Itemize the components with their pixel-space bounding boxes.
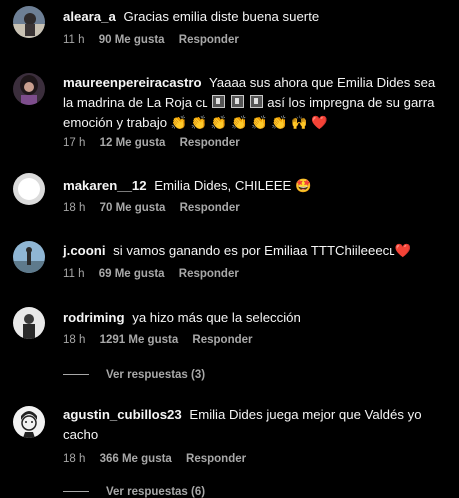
profile-photo-icon xyxy=(13,307,45,339)
comment-text: agustin_cubillos23 Emilia Dides juega me… xyxy=(63,405,445,445)
comment-time: 11 h xyxy=(63,34,85,46)
comment-meta: 11 h 90 Me gusta Responder xyxy=(63,34,250,46)
profile-photo-icon xyxy=(13,73,45,105)
comment-meta: 18 h 1291 Me gusta Responder xyxy=(63,334,264,346)
comment-meta: 18 h 366 Me gusta Responder xyxy=(63,453,257,465)
square-emoji-icon xyxy=(230,95,244,108)
comment-time: 11 h xyxy=(63,268,85,280)
avatar[interactable] xyxy=(13,406,45,438)
square-emoji-icon xyxy=(249,95,263,108)
comment-text: aleara_a Gracias emilia diste buena suer… xyxy=(63,7,445,27)
replies-divider xyxy=(63,491,89,493)
comment-username[interactable]: rodriming xyxy=(63,310,125,325)
replies-divider xyxy=(63,374,89,376)
default-profile-icon xyxy=(13,173,45,205)
reply-button[interactable]: Responder xyxy=(186,453,246,465)
avatar[interactable] xyxy=(13,307,45,339)
avatar[interactable] xyxy=(13,241,45,273)
comment-text: j.cooni si vamos ganando es por Emiliaa … xyxy=(63,241,445,261)
profile-photo-icon xyxy=(13,6,45,38)
comment-likes[interactable]: 1291 Me gusta xyxy=(100,334,179,346)
comment-likes[interactable]: 69 Me gusta xyxy=(99,268,165,280)
comment-username[interactable]: j.cooni xyxy=(63,243,106,258)
comment-likes[interactable]: 12 Me gusta xyxy=(100,137,166,149)
profile-photo-icon xyxy=(13,241,45,273)
avatar[interactable] xyxy=(13,6,45,38)
comment-meta: 18 h 70 Me gusta Responder xyxy=(63,202,251,214)
comment-username[interactable]: aleara_a xyxy=(63,9,116,24)
reply-button[interactable]: Responder xyxy=(180,202,240,214)
comment-username[interactable]: makaren__12 xyxy=(63,178,147,193)
comment-text: makaren__12 Emilia Dides, CHILEEE 🤩 xyxy=(63,176,445,196)
comment-username[interactable]: agustin_cubillos23 xyxy=(63,407,182,422)
profile-photo-icon xyxy=(13,406,45,438)
comment-meta: 11 h 69 Me gusta Responder xyxy=(63,268,250,280)
comment-meta: 17 h 12 Me gusta Responder xyxy=(63,137,251,149)
comment-likes[interactable]: 366 Me gusta xyxy=(100,453,172,465)
comment-likes[interactable]: 70 Me gusta xyxy=(100,202,166,214)
comment-text: maureenpereiracastro Yaaaa sus ahora que… xyxy=(63,73,445,133)
view-replies-button[interactable]: Ver respuestas (6) xyxy=(63,486,205,498)
comment-time: 18 h xyxy=(63,202,86,214)
reply-button[interactable]: Responder xyxy=(179,268,239,280)
reply-button[interactable]: Responder xyxy=(180,137,240,149)
comment-time: 17 h xyxy=(63,137,86,149)
comment-likes[interactable]: 90 Me gusta xyxy=(99,34,165,46)
comment-text: rodriming ya hizo más que la selección xyxy=(63,308,445,328)
comment-body: Gracias emilia diste buena suerte xyxy=(123,9,320,24)
comment-body: ya hizo más que la selección xyxy=(132,310,301,325)
reply-button[interactable]: Responder xyxy=(179,34,239,46)
comment-time: 18 h xyxy=(63,453,86,465)
avatar[interactable] xyxy=(13,173,45,205)
square-emoji-icon xyxy=(212,95,226,108)
comment-body: Emilia Dides, CHILEEE 🤩 xyxy=(154,178,312,193)
view-replies-label: Ver respuestas (3) xyxy=(106,369,206,381)
reply-button[interactable]: Responder xyxy=(192,334,252,346)
avatar[interactable] xyxy=(13,73,45,105)
view-replies-button[interactable]: Ver respuestas (3) xyxy=(63,369,205,381)
view-replies-label: Ver respuestas (6) xyxy=(106,486,206,498)
comment-body: si vamos ganando es por Emiliaa TTTChiil… xyxy=(113,243,412,258)
comment-time: 18 h xyxy=(63,334,86,346)
comment-username[interactable]: maureenpereiracastro xyxy=(63,75,202,90)
